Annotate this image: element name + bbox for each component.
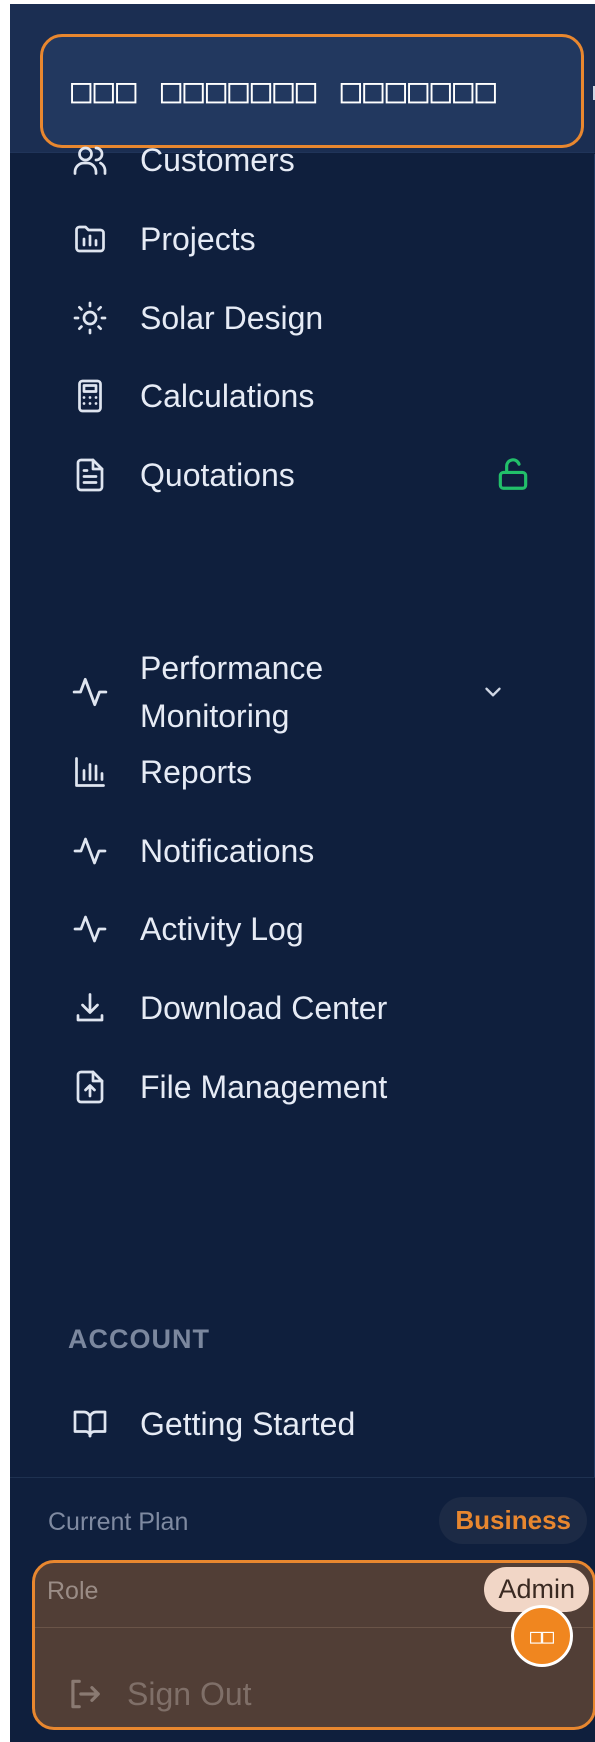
nav-item-label: Activity Log (140, 910, 304, 947)
divider (35, 1627, 593, 1628)
nav-item-download-center[interactable]: Download Center (70, 978, 570, 1038)
unlock-icon (494, 455, 534, 495)
activity-icon (70, 909, 110, 949)
nav-item-label: Customers (140, 141, 295, 178)
nav-item-label: Performance Monitoring (140, 650, 324, 734)
activity-icon (70, 831, 110, 871)
calculator-icon (70, 376, 110, 416)
chevron-down-icon[interactable] (480, 676, 510, 706)
bar-chart-icon (70, 752, 110, 792)
nav-item-customers[interactable]: Customers (70, 130, 570, 190)
nav-item-label: Download Center (140, 989, 388, 1026)
plan-badge: Business (439, 1497, 587, 1544)
nav-item-performance-monitoring[interactable]: Performance Monitoring (70, 640, 570, 744)
nav-item-getting-started[interactable]: Getting Started (70, 1394, 570, 1454)
nav-item-calculations[interactable]: Calculations (70, 366, 570, 426)
nav-item-label: Reports (140, 753, 253, 790)
role-panel: Role Admin Sign Out □□ (32, 1560, 595, 1730)
users-icon (70, 140, 110, 180)
current-plan-row: Current Plan Business (10, 1494, 595, 1548)
nav-item-label: Calculations (140, 377, 315, 414)
document-icon (70, 455, 110, 495)
section-heading-account: ACCOUNT (68, 1324, 210, 1354)
nav-item-quotations[interactable]: Quotations (70, 445, 570, 505)
nav-item-reports[interactable]: Reports (70, 742, 570, 802)
nav-item-notifications[interactable]: Notifications (70, 821, 570, 881)
role-switch-button[interactable]: □□ (511, 1605, 573, 1667)
sign-out-label: Sign Out (127, 1675, 252, 1712)
file-upload-icon (70, 1067, 110, 1107)
sun-icon (70, 298, 110, 338)
current-plan-label: Current Plan (48, 1508, 189, 1536)
sidebar: □□□ □□□□□□□ □□□□□□□ Customers Projects S… (10, 4, 595, 1742)
sign-out-button[interactable]: Sign Out (65, 1675, 252, 1713)
nav-item-label: File Management (140, 1068, 388, 1105)
nav-item-label: Solar Design (140, 299, 324, 336)
activity-icon (70, 672, 110, 712)
log-out-icon (71, 1679, 100, 1709)
sidebar-footer: Current Plan Business Role Admin Sign Ou… (10, 1477, 595, 1742)
nav-item-activity-log[interactable]: Activity Log (70, 899, 570, 959)
nav-item-file-management[interactable]: File Management (70, 1057, 570, 1117)
nav-item-label: Notifications (140, 832, 315, 869)
nav-item-label: Quotations (140, 456, 295, 493)
download-icon (70, 988, 110, 1028)
nav-item-solar-design[interactable]: Solar Design (70, 288, 570, 348)
role-label: Role (47, 1577, 99, 1605)
folder-icon (70, 219, 110, 259)
book-open-icon (70, 1404, 110, 1444)
nav-item-label: Getting Started (140, 1405, 356, 1442)
nav-item-projects[interactable]: Projects (70, 209, 570, 269)
nav-item-label: Projects (140, 220, 256, 257)
